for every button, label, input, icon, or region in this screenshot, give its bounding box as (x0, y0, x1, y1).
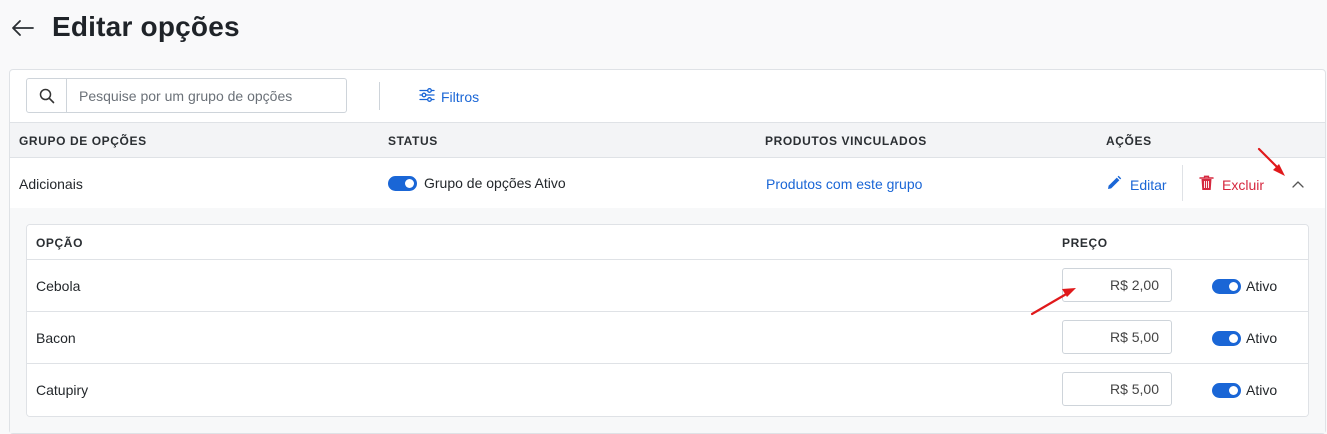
column-header-option: OPÇÃO (36, 236, 84, 250)
search-box (26, 78, 347, 113)
option-status-label: Ativo (1246, 382, 1278, 398)
back-arrow-icon[interactable] (10, 15, 36, 41)
search-icon (27, 79, 67, 112)
delete-label: Excluir (1222, 176, 1265, 193)
column-header-status: STATUS (388, 134, 438, 148)
table-row: Adicionais Grupo de opções Ativo Produto… (10, 158, 1325, 208)
page-title: Editar opções (52, 11, 240, 42)
sliders-icon (419, 87, 435, 106)
options-table: OPÇÃO PREÇO Cebola Ativo Bacon Ativo Cat… (26, 224, 1309, 417)
page-header: Editar opções (0, 0, 1327, 60)
price-input[interactable] (1062, 372, 1172, 406)
column-header-price: PREÇO (1062, 236, 1108, 250)
toolbar-divider (379, 82, 380, 110)
linked-products-link[interactable]: Produtos com este grupo (766, 176, 922, 192)
trash-icon (1199, 175, 1214, 194)
options-table-header: OPÇÃO PREÇO (27, 225, 1308, 260)
option-row-cebola: Cebola Ativo (27, 260, 1308, 312)
column-header-actions: AÇÕES (1106, 134, 1152, 148)
option-row-bacon: Bacon Ativo (27, 312, 1308, 364)
price-input[interactable] (1062, 268, 1172, 302)
option-status-toggle[interactable] (1212, 331, 1241, 346)
chevron-up-icon[interactable] (1290, 176, 1306, 192)
option-status-toggle[interactable] (1212, 279, 1241, 294)
filters-button[interactable]: Filtros (419, 87, 479, 106)
option-status-toggle[interactable] (1212, 383, 1241, 398)
column-header-linked-products: PRODUTOS VINCULADOS (765, 134, 927, 148)
expanded-options-panel: OPÇÃO PREÇO Cebola Ativo Bacon Ativo Cat… (10, 208, 1325, 433)
column-header-group: GRUPO DE OPÇÕES (19, 134, 147, 148)
price-input[interactable] (1062, 320, 1172, 354)
option-name: Cebola (36, 278, 81, 294)
pencil-icon (1106, 175, 1122, 194)
option-name: Catupiry (36, 382, 89, 398)
option-row-catupiry: Catupiry Ativo (27, 364, 1308, 416)
actions-divider (1182, 165, 1183, 201)
edit-button[interactable]: Editar (1106, 175, 1167, 194)
group-status-toggle[interactable] (388, 176, 417, 191)
option-status-label: Ativo (1246, 278, 1278, 294)
group-name: Adicionais (19, 176, 83, 192)
search-input[interactable] (67, 79, 346, 112)
option-name: Bacon (36, 330, 76, 346)
edit-label: Editar (1130, 176, 1167, 193)
filters-label: Filtros (441, 88, 480, 105)
group-status-label: Grupo de opções Ativo (424, 175, 566, 191)
option-status-label: Ativo (1246, 330, 1278, 346)
groups-table-header: GRUPO DE OPÇÕES STATUS PRODUTOS VINCULAD… (10, 122, 1325, 158)
delete-button[interactable]: Excluir (1199, 175, 1264, 194)
options-card: Filtros GRUPO DE OPÇÕES STATUS PRODUTOS … (9, 69, 1326, 434)
